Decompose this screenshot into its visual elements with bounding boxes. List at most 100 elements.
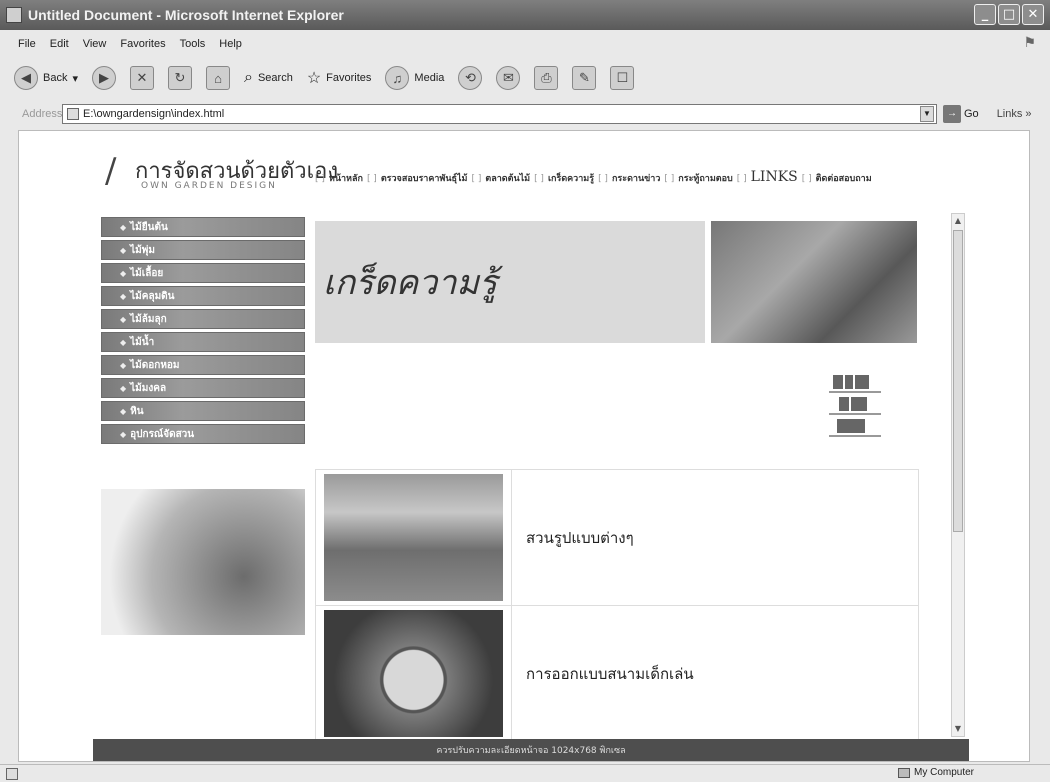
toolbar: ◀ Back ▾ ▶ ✕ ↻ ⌂ ⌕ Search ☆ Favorites ♫ … bbox=[0, 60, 1050, 96]
nav-qa[interactable]: กระทู้ถามตอบ bbox=[678, 171, 732, 185]
address-bar: Address E:\owngardensign\index.html ▼ → … bbox=[0, 102, 1050, 126]
security-zone: My Computer bbox=[898, 767, 974, 778]
bullet-icon: ◆ bbox=[120, 268, 127, 278]
windows-logo-icon: ⚑ bbox=[1023, 34, 1036, 50]
bullet-icon: ◆ bbox=[120, 291, 127, 301]
left-menu-label: ไม้ดอกหอม bbox=[130, 359, 180, 371]
left-menu-label: ไม้น้ำ bbox=[130, 336, 155, 348]
left-menu-item[interactable]: ◆ ไม้ดอกหอม bbox=[101, 355, 305, 375]
star-icon: ☆ bbox=[306, 70, 322, 87]
menu-tools[interactable]: Tools bbox=[180, 38, 206, 50]
article-title[interactable]: การออกแบบสนามเด็กเล่น bbox=[512, 606, 918, 741]
book-cart-icon bbox=[825, 371, 889, 445]
left-menu-item[interactable]: ◆ ไม้ยืนต้น bbox=[101, 217, 305, 237]
playground-photo bbox=[324, 610, 503, 737]
forward-arrow-icon: ▶ bbox=[92, 66, 116, 90]
address-url: E:\owngardensign\index.html bbox=[83, 108, 225, 120]
scroll-down-icon[interactable]: ▼ bbox=[952, 722, 964, 736]
page-icon bbox=[67, 108, 79, 120]
back-label: Back bbox=[43, 72, 68, 84]
go-button[interactable]: → Go bbox=[943, 105, 979, 123]
nav-board[interactable]: กระดานข่าว bbox=[612, 171, 660, 185]
left-menu-item[interactable]: ◆ ไม้น้ำ bbox=[101, 332, 305, 352]
address-dropdown-icon[interactable]: ▼ bbox=[920, 106, 934, 122]
back-arrow-icon: ◀ bbox=[14, 66, 38, 90]
left-menu-label: ไม้พุ่ม bbox=[130, 244, 155, 256]
left-menu-item[interactable]: ◆ ไม้คลุมดิน bbox=[101, 286, 305, 306]
links-label: Links bbox=[996, 108, 1023, 120]
left-menu: ◆ ไม้ยืนต้น ◆ ไม้พุ่ม ◆ ไม้เลื้อย ◆ ไม้คลุมด… bbox=[101, 217, 305, 447]
favorites-label: Favorites bbox=[326, 72, 372, 84]
media-button[interactable]: ♫ Media bbox=[385, 66, 444, 90]
article-item[interactable]: การออกแบบสนามเด็กเล่น bbox=[316, 606, 918, 742]
page-viewport: / การจัดสวนด้วยตัวเอง OWN GARDEN DESIGN … bbox=[18, 130, 1030, 762]
nav-market[interactable]: ตลาดต้นไม้ bbox=[485, 171, 530, 185]
left-menu-item[interactable]: ◆ อุปกรณ์จัดสวน bbox=[101, 424, 305, 444]
garden-path-photo bbox=[711, 221, 917, 343]
nav-links[interactable]: LINKS bbox=[751, 169, 798, 185]
computer-icon bbox=[898, 767, 910, 778]
gardening-hands-photo bbox=[101, 489, 305, 635]
nav-knowledge[interactable]: เกร็ดความรู้ bbox=[548, 171, 594, 185]
left-menu-item[interactable]: ◆ ไม้เลื้อย bbox=[101, 263, 305, 283]
print-icon[interactable]: ⎙ bbox=[534, 66, 559, 90]
left-menu-item[interactable]: ◆ ไม้มงคล bbox=[101, 378, 305, 398]
nav-price-check[interactable]: ตรวจสอบราคาพันธุ์ไม้ bbox=[381, 171, 468, 185]
banner: เกร็ดความรู้ bbox=[315, 221, 705, 343]
search-label: Search bbox=[257, 72, 293, 84]
menu-favorites[interactable]: Favorites bbox=[120, 38, 165, 50]
left-menu-item[interactable]: ◆ ไม้พุ่ม bbox=[101, 240, 305, 260]
menu-view[interactable]: View bbox=[83, 38, 107, 50]
menu-help[interactable]: Help bbox=[219, 38, 242, 50]
vertical-scrollbar[interactable]: ▲ ▼ bbox=[951, 213, 965, 737]
go-arrow-icon: → bbox=[943, 105, 961, 123]
home-icon[interactable]: ⌂ bbox=[206, 66, 230, 90]
discuss-icon[interactable]: ☐ bbox=[610, 66, 635, 90]
close-button[interactable]: ✕ bbox=[1022, 4, 1044, 25]
search-icon: ⌕ bbox=[244, 69, 253, 86]
left-menu-label: ไม้มงคล bbox=[130, 382, 167, 394]
banner-title: เกร็ดความรู้ bbox=[323, 263, 498, 303]
scroll-up-icon[interactable]: ▲ bbox=[952, 214, 964, 228]
article-list: สวนรูปแบบต่างๆ การออกแบบสนามเด็กเล่น bbox=[315, 469, 919, 743]
go-label: Go bbox=[964, 108, 979, 120]
bullet-icon: ◆ bbox=[120, 245, 127, 255]
article-thumbnail[interactable] bbox=[316, 606, 512, 741]
links-button[interactable]: Links » bbox=[997, 108, 1032, 120]
site-logo[interactable]: / การจัดสวนด้วยตัวเอง OWN GARDEN DESIGN bbox=[105, 151, 338, 199]
stop-icon[interactable]: ✕ bbox=[130, 66, 154, 90]
scroll-thumb[interactable] bbox=[953, 230, 963, 532]
mail-icon[interactable]: ✉ bbox=[496, 66, 521, 90]
left-menu-label: หิน bbox=[130, 405, 144, 417]
menu-file[interactable]: File bbox=[18, 38, 36, 50]
status-bar: My Computer bbox=[0, 764, 1050, 782]
minimize-button[interactable]: _ bbox=[974, 4, 996, 25]
left-menu-label: ไม้ล้มลุก bbox=[130, 313, 167, 325]
left-menu-item[interactable]: ◆ ไม้ล้มลุก bbox=[101, 309, 305, 329]
left-menu-label: ไม้คลุมดิน bbox=[130, 290, 175, 302]
back-button[interactable]: ◀ Back ▾ bbox=[14, 66, 78, 90]
left-menu-label: ไม้ยืนต้น bbox=[130, 221, 168, 233]
bullet-icon: ◆ bbox=[120, 383, 127, 393]
article-thumbnail[interactable] bbox=[316, 470, 512, 605]
refresh-icon[interactable]: ↻ bbox=[168, 66, 192, 90]
search-button[interactable]: ⌕ Search bbox=[244, 69, 293, 87]
back-dropdown-icon[interactable]: ▾ bbox=[72, 72, 78, 85]
forward-button[interactable]: ▶ bbox=[92, 66, 116, 90]
zone-label: My Computer bbox=[914, 767, 975, 778]
nav-home[interactable]: หน้าหลัก bbox=[329, 171, 363, 185]
nav-contact[interactable]: ติดต่อสอบถาม bbox=[816, 171, 872, 185]
maximize-button[interactable]: □ bbox=[998, 4, 1020, 25]
history-icon[interactable]: ⟲ bbox=[458, 66, 483, 90]
favorites-button[interactable]: ☆ Favorites bbox=[307, 68, 372, 88]
formal-garden-photo bbox=[324, 474, 503, 601]
article-item[interactable]: สวนรูปแบบต่างๆ bbox=[316, 470, 918, 606]
edit-icon[interactable]: ✎ bbox=[572, 66, 597, 90]
footer-text: ควรปรับความละเอียดหน้าจอ 1024x768 พิกเซล bbox=[436, 746, 626, 756]
address-input[interactable]: E:\owngardensign\index.html ▼ bbox=[62, 104, 937, 124]
footer-bar: ควรปรับความละเอียดหน้าจอ 1024x768 พิกเซล bbox=[93, 739, 969, 761]
bullet-icon: ◆ bbox=[120, 222, 127, 232]
menu-edit[interactable]: Edit bbox=[50, 38, 69, 50]
article-title[interactable]: สวนรูปแบบต่างๆ bbox=[512, 470, 918, 605]
left-menu-item[interactable]: ◆ หิน bbox=[101, 401, 305, 421]
